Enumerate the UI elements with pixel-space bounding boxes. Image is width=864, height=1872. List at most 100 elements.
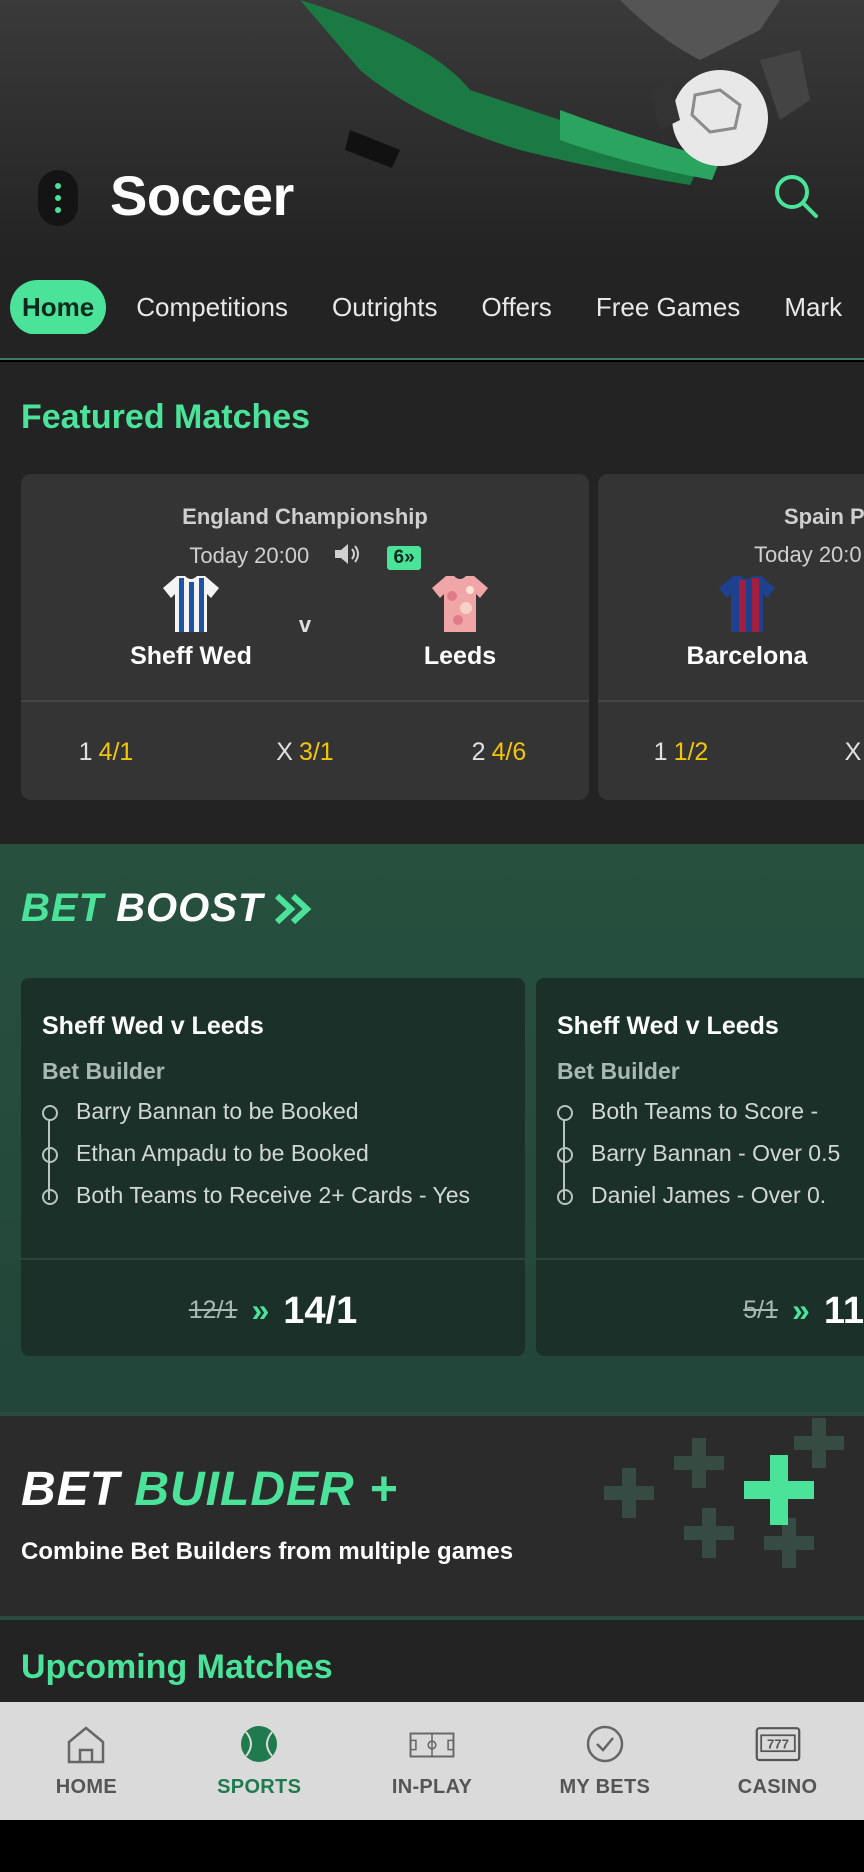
boost-count-badge: 6»: [387, 546, 421, 570]
page-title: Soccer: [110, 164, 294, 227]
search-icon[interactable]: [772, 172, 820, 220]
section-heading: Upcoming Matches: [21, 1648, 333, 1686]
original-price: 12/1: [188, 1296, 238, 1324]
boost-bet-type: Bet Builder: [557, 1058, 680, 1084]
odds-label: 1: [78, 738, 93, 766]
boost-legs: Both Teams to Score - Barry Bannan - Ove…: [557, 1098, 864, 1224]
featured-matches-section: Featured Matches England Championship To…: [0, 362, 864, 844]
boost-bet-type: Bet Builder: [42, 1058, 165, 1084]
tab-markets[interactable]: Mark: [784, 292, 842, 323]
home-team-name: Barcelona: [686, 642, 808, 670]
home-icon: [68, 1726, 105, 1764]
odds-home[interactable]: 1 4/1: [21, 738, 191, 767]
boost-match-title: Sheff Wed v Leeds: [42, 1012, 264, 1040]
boosted-price: 11: [823, 1290, 864, 1332]
boost-arrow-icon: »: [792, 1292, 810, 1328]
match-card[interactable]: Spain P Today 20:0 Barcelona 1 1/2 X: [598, 474, 864, 800]
tab-outrights[interactable]: Outrights: [332, 292, 438, 323]
odds-label: 1: [653, 738, 668, 766]
section-heading: Featured Matches: [21, 398, 311, 436]
odds-price: 1/2: [673, 738, 709, 766]
home-team-name: Sheff Wed: [130, 642, 252, 670]
odds-draw[interactable]: X: [768, 738, 864, 767]
odds-home[interactable]: 1 1/2: [598, 738, 766, 767]
slot-machine-icon: 777: [755, 1727, 800, 1762]
divider: [21, 700, 589, 702]
tab-free-games[interactable]: Free Games: [596, 292, 741, 323]
home-team: Barcelona: [647, 574, 847, 671]
bottom-nav: HOME SPORTS IN-PLAY MY BETS 777 CASINO: [0, 1702, 864, 1820]
tab-offers[interactable]: Offers: [481, 292, 551, 323]
divider: [21, 1258, 525, 1260]
original-price: 5/1: [743, 1296, 779, 1324]
boost-leg: Barry Bannan to be Booked: [42, 1098, 522, 1140]
boost-card[interactable]: Sheff Wed v Leeds Bet Builder Both Teams…: [536, 978, 864, 1356]
nav-my-bets[interactable]: MY BETS: [518, 1702, 691, 1820]
tab-underline: [0, 358, 864, 360]
svg-text:777: 777: [767, 1737, 789, 1752]
nav-label: HOME: [55, 1776, 117, 1798]
odds-draw[interactable]: X 3/1: [220, 738, 390, 767]
system-bar: [0, 1820, 864, 1872]
nav-label: MY BETS: [559, 1776, 651, 1798]
nav-sports[interactable]: SPORTS: [173, 1702, 346, 1820]
pitch-icon: [409, 1732, 455, 1758]
sports-ball-icon: [241, 1726, 278, 1762]
competition-name: Spain P: [784, 504, 864, 529]
odds-label: X: [844, 738, 862, 766]
tab-competitions[interactable]: Competitions: [136, 292, 288, 323]
boost-leg: Daniel James - Over 0.: [557, 1182, 864, 1224]
away-team-name: Leeds: [423, 642, 497, 670]
barcelona-kit-icon: [719, 576, 775, 632]
odds-label: X: [276, 738, 293, 766]
odds-label: 2: [471, 738, 486, 766]
boost-legs: Barry Bannan to be Booked Ethan Ampadu t…: [42, 1098, 522, 1224]
boost-leg: Both Teams to Receive 2+ Cards - Yes: [42, 1182, 522, 1224]
boost-price-button[interactable]: 12/1 » 14/1: [21, 1290, 525, 1333]
upcoming-matches-section: Upcoming Matches: [0, 1620, 864, 1702]
competition-name: England Championship: [182, 504, 428, 529]
boost-price-button[interactable]: 5/1 » 11: [536, 1290, 864, 1333]
match-time: Today 20:00: [189, 543, 310, 568]
leeds-kit-icon: [432, 576, 488, 632]
match-card[interactable]: England Championship Today 20:00 6» Shef…: [21, 474, 589, 800]
boost-arrow-icon: »: [251, 1292, 270, 1328]
title-part: BET: [21, 1463, 120, 1516]
boost-leg: Both Teams to Score -: [557, 1098, 864, 1140]
plus-pattern-icon: [604, 1418, 844, 1568]
boosted-price: 14/1: [283, 1290, 358, 1332]
nav-home[interactable]: HOME: [0, 1702, 173, 1820]
title-part: BET: [21, 886, 104, 930]
boost-match-title: Sheff Wed v Leeds: [557, 1012, 779, 1040]
boost-leg: Ethan Ampadu to be Booked: [42, 1140, 522, 1182]
bet-boost-section: BET BOOST Sheff Wed v Leeds Bet Builder …: [0, 844, 864, 1412]
nav-in-play[interactable]: IN-PLAY: [346, 1702, 519, 1820]
divider: [536, 1258, 864, 1260]
bet-boost-title: BET BOOST: [21, 886, 315, 931]
bet-builder-plus-title: BET BUILDER +: [21, 1462, 398, 1517]
odds-price: 3/1: [298, 738, 334, 766]
boost-count: 6: [393, 547, 405, 568]
away-team: Leeds: [360, 574, 560, 671]
nav-label: SPORTS: [217, 1776, 302, 1798]
tab-home[interactable]: Home: [10, 280, 107, 334]
title-part: BUILDER +: [134, 1463, 399, 1516]
nav-casino[interactable]: 777 CASINO: [691, 1702, 864, 1820]
check-circle-icon: [586, 1725, 624, 1763]
boost-leg: Barry Bannan - Over 0.5: [557, 1140, 864, 1182]
match-time: Today 20:0: [754, 542, 862, 567]
double-chevron-icon: [275, 893, 312, 925]
odds-price: 4/1: [98, 738, 134, 766]
bet-builder-plus-subtitle: Combine Bet Builders from multiple games: [21, 1538, 514, 1565]
title-part: BOOST: [116, 886, 264, 930]
bet-builder-plus-banner[interactable]: BET BUILDER + Combine Bet Builders from …: [0, 1412, 864, 1620]
divider: [598, 700, 864, 702]
more-menu-button[interactable]: [38, 170, 78, 226]
nav-label: CASINO: [737, 1776, 818, 1798]
match-time-row: Today 20:00 6»: [21, 542, 589, 570]
boost-card[interactable]: Sheff Wed v Leeds Bet Builder Barry Bann…: [21, 978, 525, 1356]
nav-label: IN-PLAY: [391, 1776, 473, 1798]
odds-away[interactable]: 2 4/6: [414, 738, 584, 767]
odds-price: 4/6: [491, 738, 527, 766]
audio-commentary-icon: [335, 544, 360, 564]
